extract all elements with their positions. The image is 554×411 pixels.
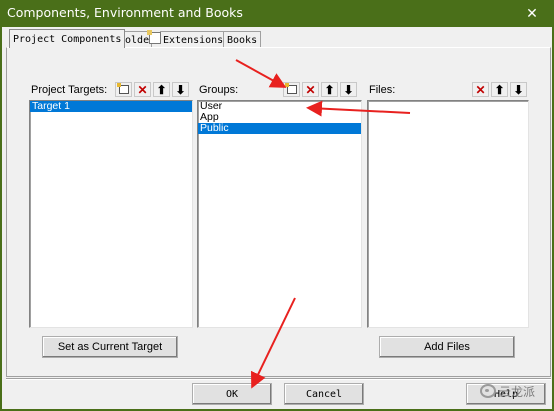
move-group-down-button[interactable]: ⬇ xyxy=(340,82,357,97)
close-button[interactable]: ✕ xyxy=(517,2,547,24)
window-title: Components, Environment and Books xyxy=(7,5,243,20)
tab-panel-project-components: Project Targets: ✕ ⬆ ⬇ Target 1 Set as C… xyxy=(6,47,551,377)
list-item-group-public[interactable]: Public xyxy=(198,123,361,134)
arrow-up-icon: ⬆ xyxy=(156,82,167,97)
delete-file-button[interactable]: ✕ xyxy=(472,82,489,97)
targets-list[interactable]: Target 1 xyxy=(29,100,193,328)
ok-button[interactable]: OK xyxy=(192,383,272,405)
tab-books[interactable]: Books xyxy=(223,31,262,48)
new-item-icon xyxy=(116,83,129,94)
footer-divider xyxy=(6,378,551,380)
new-target-button[interactable] xyxy=(115,82,132,97)
new-item-icon xyxy=(147,30,161,44)
arrow-up-icon: ⬆ xyxy=(494,82,505,97)
groups-label: Groups: xyxy=(199,84,239,96)
delete-group-button[interactable]: ✕ xyxy=(302,82,319,97)
list-item-group-user[interactable]: User xyxy=(198,101,361,112)
new-item-icon xyxy=(284,83,297,94)
project-targets-label: Project Targets: xyxy=(31,84,108,96)
arrow-down-icon: ⬇ xyxy=(175,82,186,97)
new-group-button[interactable] xyxy=(283,82,300,97)
watermark: 云龙派 xyxy=(480,378,548,404)
dialog-body: Project Components Folde Extensions Book… xyxy=(0,27,554,411)
watermark-text: 云龙派 xyxy=(499,384,536,399)
move-file-up-button[interactable]: ⬆ xyxy=(491,82,508,97)
tab-extensions[interactable]: Extensions xyxy=(160,31,228,48)
move-target-down-button[interactable]: ⬇ xyxy=(172,82,189,97)
arrow-down-icon: ⬇ xyxy=(343,82,354,97)
files-list[interactable] xyxy=(367,100,529,328)
move-group-up-button[interactable]: ⬆ xyxy=(321,82,338,97)
groups-list[interactable]: User App Public xyxy=(197,100,362,328)
arrow-down-icon: ⬇ xyxy=(513,82,524,97)
cancel-button[interactable]: Cancel xyxy=(284,383,364,405)
set-current-target-button[interactable]: Set as Current Target xyxy=(42,336,178,358)
list-item-target-1[interactable]: Target 1 xyxy=(30,101,192,112)
files-label: Files: xyxy=(369,84,396,96)
title-bar: Components, Environment and Books ✕ xyxy=(0,0,554,27)
tab-project-components[interactable]: Project Components xyxy=(9,29,126,48)
arrow-up-icon: ⬆ xyxy=(324,82,335,97)
delete-target-button[interactable]: ✕ xyxy=(134,82,151,97)
delete-icon: ✕ xyxy=(137,82,148,97)
chat-bubble-icon xyxy=(480,384,496,398)
move-file-down-button[interactable]: ⬇ xyxy=(510,82,527,97)
delete-icon: ✕ xyxy=(475,82,486,97)
move-target-up-button[interactable]: ⬆ xyxy=(153,82,170,97)
delete-icon: ✕ xyxy=(305,82,316,97)
add-files-button[interactable]: Add Files xyxy=(379,336,515,358)
